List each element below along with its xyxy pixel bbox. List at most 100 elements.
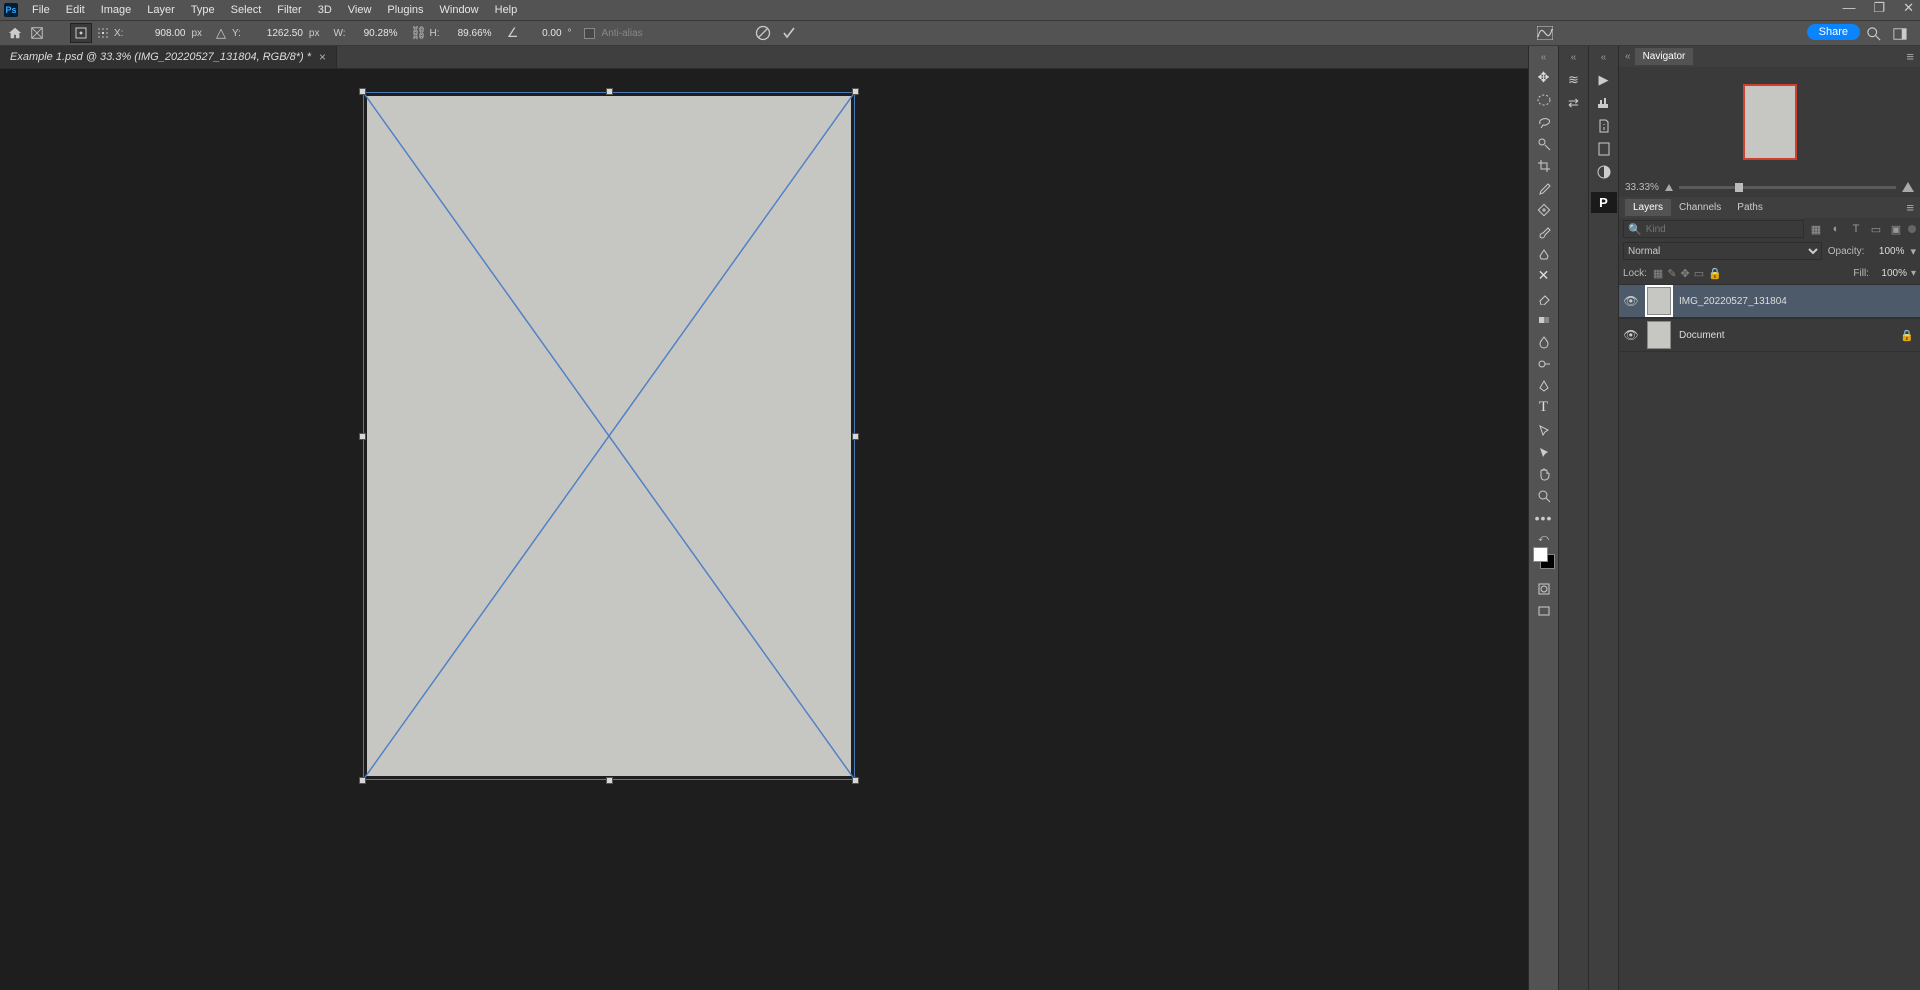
warp-mode-icon[interactable] — [1534, 23, 1556, 43]
history-brush-tool[interactable]: ✕ — [1531, 265, 1557, 286]
foreground-color[interactable] — [1533, 547, 1548, 562]
share-button[interactable]: Share — [1807, 24, 1860, 40]
navigator-zoom-slider[interactable] — [1679, 186, 1896, 189]
move-tool[interactable]: ✥ — [1531, 67, 1557, 88]
channels-tab[interactable]: Channels — [1671, 199, 1729, 216]
home-button[interactable] — [4, 23, 26, 43]
shape-tool[interactable] — [1531, 441, 1557, 462]
transform-w-input[interactable] — [350, 28, 400, 39]
menu-window[interactable]: Window — [432, 2, 487, 18]
swap-colors-icon[interactable]: ⤺ — [1538, 533, 1549, 544]
link-wh-icon[interactable]: ⛓ — [408, 23, 430, 43]
pen-tool[interactable] — [1531, 375, 1557, 396]
layer-name[interactable]: Document — [1679, 330, 1892, 341]
col1-collapse-icon[interactable]: « — [1571, 52, 1577, 63]
swap-xy-icon[interactable]: △ — [210, 23, 232, 43]
window-maximize-icon[interactable]: ❐ — [1873, 0, 1885, 16]
navigator-tab[interactable]: Navigator — [1635, 48, 1694, 65]
eraser-tool[interactable] — [1531, 287, 1557, 308]
transform-handle-br[interactable] — [852, 777, 859, 784]
menu-select[interactable]: Select — [223, 2, 270, 18]
hand-tool[interactable] — [1531, 463, 1557, 484]
adjustments-panel-icon[interactable] — [1591, 161, 1617, 182]
transform-x-input[interactable] — [127, 28, 187, 39]
blend-mode-select[interactable]: Normal — [1623, 242, 1822, 260]
menu-image[interactable]: Image — [93, 2, 140, 18]
gradient-tool[interactable] — [1531, 309, 1557, 330]
quick-select-tool[interactable] — [1531, 133, 1557, 154]
transform-h-input[interactable] — [444, 28, 494, 39]
window-minimize-icon[interactable]: — — [1842, 0, 1855, 16]
healing-brush-tool[interactable] — [1531, 199, 1557, 220]
brushes-panel-icon[interactable]: ≋ — [1561, 69, 1587, 90]
properties-panel-icon[interactable] — [1591, 138, 1617, 159]
menu-help[interactable]: Help — [487, 2, 526, 18]
blur-tool[interactable] — [1531, 331, 1557, 352]
transform-handle-bl[interactable] — [359, 777, 366, 784]
navigator-body[interactable] — [1619, 67, 1920, 177]
screen-mode-icon[interactable] — [1531, 600, 1557, 621]
cancel-transform-button[interactable] — [752, 23, 774, 43]
transform-handle-tl[interactable] — [359, 88, 366, 95]
window-close-icon[interactable]: ✕ — [1903, 0, 1914, 16]
zoom-tool[interactable] — [1531, 485, 1557, 506]
menu-view[interactable]: View — [340, 2, 380, 18]
path-select-tool[interactable] — [1531, 419, 1557, 440]
paths-tab[interactable]: Paths — [1729, 199, 1771, 216]
menu-type[interactable]: Type — [183, 2, 223, 18]
color-swatch[interactable] — [1533, 547, 1555, 569]
search-icon[interactable] — [1864, 24, 1884, 44]
layer-name[interactable]: IMG_20220527_131804 — [1679, 296, 1916, 307]
navigator-collapse-icon[interactable]: « — [1625, 51, 1631, 62]
navigator-zoom-value[interactable]: 33.33% — [1625, 182, 1659, 193]
navigator-zoom-knob[interactable] — [1735, 183, 1743, 192]
info-panel-icon[interactable] — [1591, 115, 1617, 136]
eyedropper-tool[interactable] — [1531, 177, 1557, 198]
close-tab-icon[interactable]: × — [319, 50, 326, 64]
reference-point-grid-icon[interactable] — [92, 23, 114, 43]
navigator-thumbnail[interactable] — [1743, 84, 1797, 160]
transform-y-input[interactable] — [245, 28, 305, 39]
layer-row[interactable]: 👁 Document 🔒 — [1619, 318, 1920, 352]
navigator-menu-icon[interactable]: ≡ — [1906, 49, 1914, 64]
layer-lock-icon[interactable]: 🔒 — [1900, 329, 1914, 342]
lock-position-icon[interactable]: ✥ — [1681, 267, 1690, 280]
filter-pixel-icon[interactable]: ▦ — [1808, 221, 1824, 237]
menu-layer[interactable]: Layer — [139, 2, 183, 18]
transform-handle-bm[interactable] — [606, 777, 613, 784]
zoom-out-icon[interactable] — [1665, 184, 1673, 191]
transform-handle-tm[interactable] — [606, 88, 613, 95]
edit-toolbar-icon[interactable]: ••• — [1531, 507, 1557, 528]
menu-file[interactable]: File — [24, 2, 58, 18]
layers-menu-icon[interactable]: ≡ — [1906, 200, 1914, 215]
layer-thumbnail[interactable] — [1647, 287, 1671, 315]
histogram-panel-icon[interactable] — [1591, 92, 1617, 113]
brush-tool[interactable] — [1531, 221, 1557, 242]
reference-point-icon[interactable] — [70, 23, 92, 43]
filter-adjust-icon[interactable]: ◐ — [1828, 221, 1844, 237]
toolbar-collapse-icon[interactable]: « — [1541, 52, 1547, 63]
rotate-icon[interactable]: ∠ — [502, 23, 524, 43]
layer-filter-input[interactable] — [1646, 224, 1799, 235]
opacity-input[interactable] — [1870, 246, 1904, 257]
commit-transform-button[interactable] — [778, 23, 800, 43]
lock-image-icon[interactable]: ✎ — [1667, 267, 1676, 280]
layer-thumbnail[interactable] — [1647, 321, 1671, 349]
lasso-tool[interactable] — [1531, 111, 1557, 132]
fill-input[interactable] — [1873, 268, 1907, 279]
layer-kind-filter[interactable]: 🔍 — [1623, 220, 1804, 238]
free-transform-bounding-box[interactable] — [363, 92, 855, 780]
transform-rotate-input[interactable] — [524, 28, 564, 39]
filter-type-icon[interactable]: T — [1848, 221, 1864, 237]
menu-3d[interactable]: 3D — [310, 2, 340, 18]
marquee-tool[interactable] — [1531, 89, 1557, 110]
layers-tab[interactable]: Layers — [1625, 199, 1671, 216]
quick-mask-icon[interactable] — [1531, 578, 1557, 599]
filter-smart-icon[interactable]: ▣ — [1888, 221, 1904, 237]
dodge-tool[interactable] — [1531, 353, 1557, 374]
filter-toggle[interactable] — [1908, 225, 1916, 233]
canvas-area[interactable] — [0, 69, 1528, 990]
transform-tool-icon[interactable] — [26, 23, 48, 43]
fill-dropdown-icon[interactable]: ▾ — [1911, 268, 1916, 279]
zoom-in-icon[interactable] — [1902, 182, 1914, 192]
